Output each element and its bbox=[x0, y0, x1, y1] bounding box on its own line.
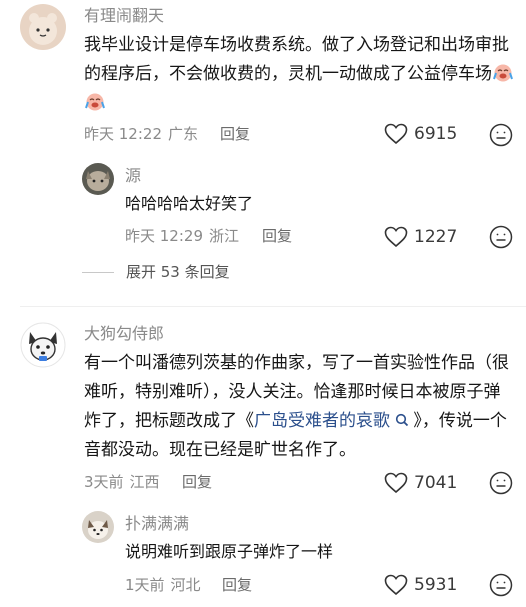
search-link-text: 广岛受难者的哀歌 bbox=[254, 411, 390, 431]
comment-text-body: 我毕业设计是停车场收费系统。做了入场登记和出场审批的程序后，不会做收费的，灵机一… bbox=[84, 35, 509, 84]
username[interactable]: 源 bbox=[125, 166, 141, 186]
reply-location: 河北 bbox=[170, 576, 201, 594]
crying-laugh-emoji-icon bbox=[85, 93, 105, 111]
username[interactable]: 扑满满满 bbox=[125, 514, 189, 534]
heart-icon bbox=[384, 472, 408, 494]
username[interactable]: 大狗勾侍郎 bbox=[84, 324, 164, 344]
heart-icon bbox=[384, 226, 408, 248]
heart-icon bbox=[384, 574, 408, 596]
reply-button[interactable]: 回复 bbox=[222, 575, 252, 595]
comment-meta: 昨天 12:22 广东 bbox=[84, 124, 198, 144]
comment-meta: 3天前 江西 bbox=[84, 472, 160, 492]
avatar[interactable] bbox=[20, 4, 66, 50]
reply-time: 昨天 12:29 bbox=[125, 227, 203, 245]
like-count: 5931 bbox=[414, 575, 458, 595]
comment-text: 有一个叫潘德列茨基的作曲家，写了一首实验性作品（很难听，特别难听），没人关注。恰… bbox=[84, 349, 516, 465]
search-link[interactable]: 广岛受难者的哀歌 bbox=[254, 411, 413, 431]
comment-location: 江西 bbox=[129, 473, 160, 491]
search-icon bbox=[396, 413, 409, 427]
more-options-icon[interactable] bbox=[489, 225, 513, 249]
like-button[interactable]: 1227 bbox=[384, 226, 457, 248]
reply-meta: 昨天 12:29 浙江 bbox=[125, 226, 239, 246]
like-count: 6915 bbox=[414, 124, 458, 144]
crying-laugh-emoji-icon bbox=[493, 64, 513, 82]
like-button[interactable]: 5931 bbox=[384, 574, 457, 596]
comment-location: 广东 bbox=[168, 125, 199, 143]
like-button[interactable]: 7041 bbox=[384, 472, 457, 494]
reply-button[interactable]: 回复 bbox=[262, 226, 292, 246]
heart-icon bbox=[384, 123, 408, 145]
like-count: 7041 bbox=[414, 473, 458, 493]
comments-page: 有理闹翻天 我毕业设计是停车场收费系统。做了入场登记和出场审批的程序后，不会做收… bbox=[0, 0, 526, 607]
comment-time: 昨天 12:22 bbox=[84, 125, 162, 143]
username[interactable]: 有理闹翻天 bbox=[84, 6, 164, 26]
reply-text: 说明难听到跟原子弹炸了一样 bbox=[125, 542, 334, 561]
more-options-icon[interactable] bbox=[489, 471, 513, 495]
avatar[interactable] bbox=[82, 163, 114, 195]
like-button[interactable]: 6915 bbox=[384, 123, 457, 145]
expand-line bbox=[82, 271, 114, 273]
comment-text: 我毕业设计是停车场收费系统。做了入场登记和出场审批的程序后，不会做收费的，灵机一… bbox=[84, 31, 514, 118]
divider bbox=[20, 306, 526, 307]
reply-location: 浙江 bbox=[209, 227, 240, 245]
reply-button[interactable]: 回复 bbox=[182, 472, 212, 492]
like-count: 1227 bbox=[414, 227, 458, 247]
reply-meta: 1天前 河北 bbox=[125, 575, 201, 595]
more-options-icon[interactable] bbox=[489, 123, 513, 147]
avatar[interactable] bbox=[20, 322, 66, 368]
reply-time: 1天前 bbox=[125, 576, 165, 594]
avatar[interactable] bbox=[82, 511, 114, 543]
more-options-icon[interactable] bbox=[489, 573, 513, 597]
reply-text: 哈哈哈哈太好笑了 bbox=[125, 194, 254, 213]
reply-button[interactable]: 回复 bbox=[220, 124, 250, 144]
expand-replies-label: 展开 53 条回复 bbox=[126, 263, 230, 281]
expand-replies-button[interactable]: 展开 53 条回复 bbox=[82, 262, 230, 282]
comment-time: 3天前 bbox=[84, 473, 124, 491]
